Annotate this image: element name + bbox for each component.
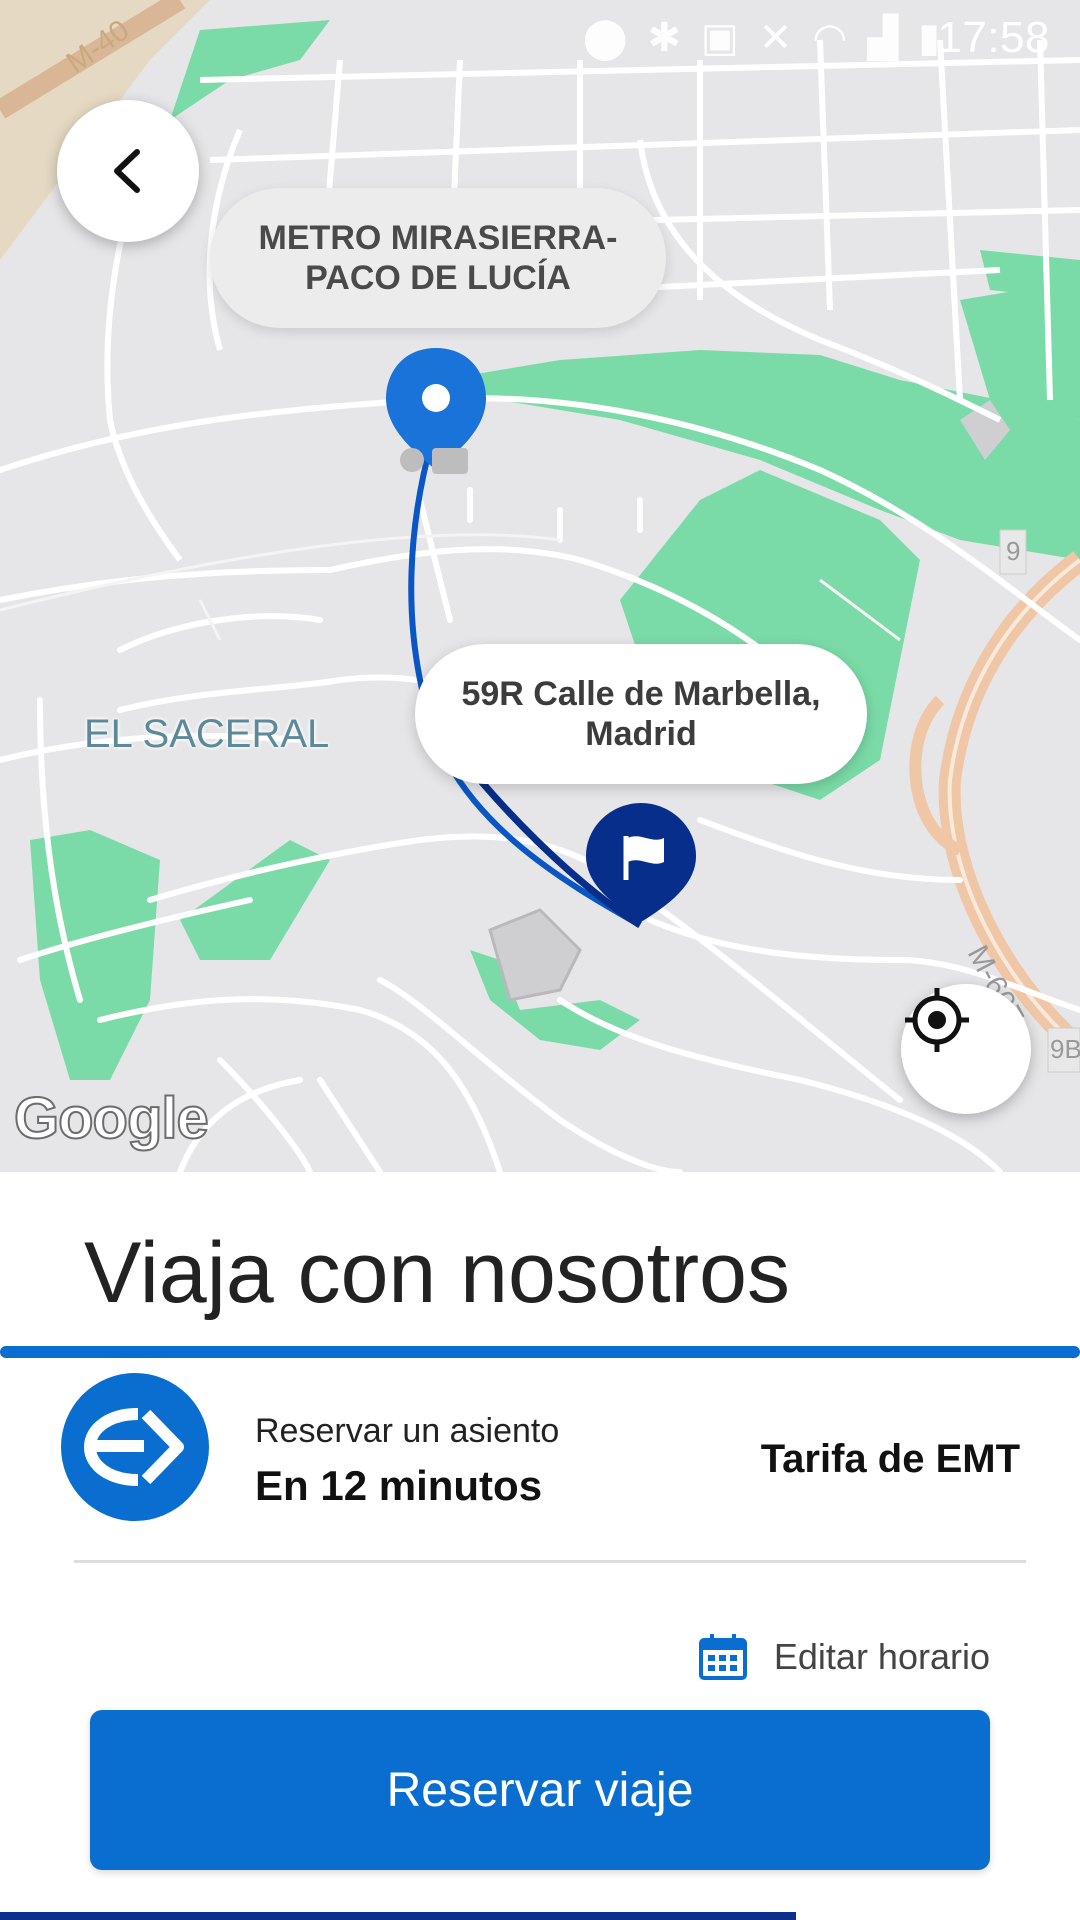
- reserve-trip-button[interactable]: Reservar viaje: [90, 1710, 990, 1870]
- edit-schedule-label: Editar horario: [773, 1636, 990, 1677]
- bluetooth-icon: ✱: [647, 16, 681, 60]
- destination-label-bubble[interactable]: 59R Calle de Marbella, Madrid: [415, 644, 867, 784]
- road-shield-label: 9B: [1050, 1034, 1080, 1064]
- divider: [74, 1560, 1026, 1563]
- status-bar: ⬤ ✱ ▣ ✕ ◠ ▟ ▮ 17:58: [0, 0, 1080, 76]
- origin-pin[interactable]: [386, 348, 486, 474]
- edit-schedule-button[interactable]: Editar horario: [698, 1632, 990, 1682]
- mute-icon: ✕: [758, 16, 793, 60]
- calendar-icon: [698, 1634, 747, 1680]
- ride-option[interactable]: [0, 1358, 1080, 1564]
- origin-label-line1: METRO MIRASIERRA-: [258, 219, 618, 257]
- status-time: 17:58: [937, 13, 1050, 62]
- reserve-trip-label: Reservar viaje: [386, 1763, 694, 1817]
- back-button[interactable]: [57, 100, 199, 242]
- origin-label-line2: PACO DE LUCÍA: [305, 259, 571, 297]
- nfc-icon: ▣: [701, 16, 739, 60]
- selection-bar: [0, 1346, 1080, 1358]
- wifi-icon: ◠: [812, 16, 848, 60]
- crosshair-icon: [905, 988, 969, 1052]
- area-label: EL SACERAL: [84, 712, 330, 756]
- chevron-left-icon: [114, 149, 140, 193]
- bottom-progress-strip: [0, 1912, 796, 1920]
- bottom-sheet: Viaja con nosotros Reservar un asiento E…: [0, 1172, 1080, 1920]
- sheet-title: Viaja con nosotros: [84, 1225, 790, 1321]
- location-icon: ⬤: [582, 16, 628, 60]
- road-shield-label: 9: [1006, 536, 1021, 566]
- signal-icon: ▟: [867, 16, 898, 60]
- google-logo: Google: [13, 1085, 210, 1152]
- my-location-button[interactable]: [901, 984, 1031, 1114]
- destination-label-line2: Madrid: [585, 715, 697, 753]
- origin-label-bubble[interactable]: METRO MIRASIERRA- PACO DE LUCÍA: [210, 188, 666, 328]
- destination-label-line1: 59R Calle de Marbella,: [461, 675, 821, 713]
